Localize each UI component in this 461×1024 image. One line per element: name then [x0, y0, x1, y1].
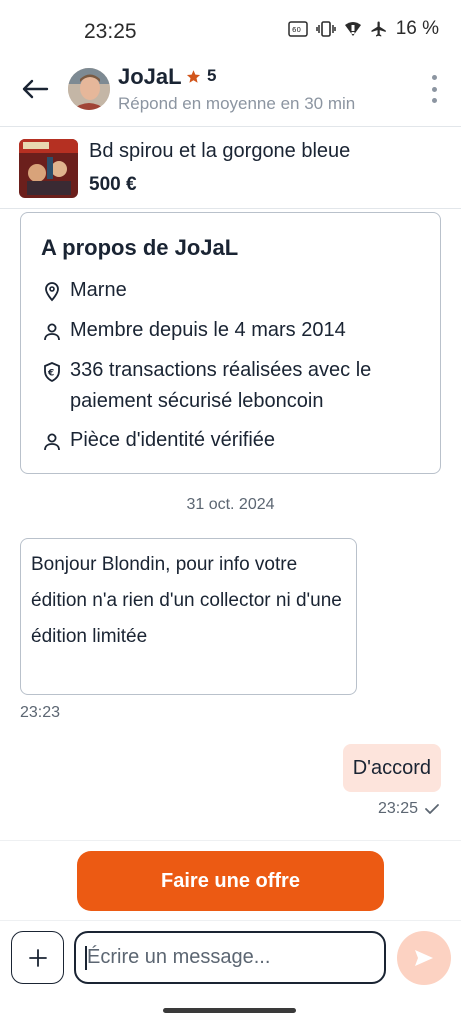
seller-rating: 5 — [186, 66, 216, 86]
message-input[interactable]: Écrire un message... — [74, 931, 386, 984]
message-input-placeholder: Écrire un message... — [87, 946, 271, 968]
about-identity-verified: Pièce d'identité vérifiée — [70, 429, 276, 451]
rating-value: 5 — [207, 66, 217, 85]
status-icons: 60 16 % — [287, 18, 439, 40]
about-row-identity: Pièce d'identité vérifiée — [41, 429, 275, 456]
outgoing-message[interactable]: D'accord — [342, 744, 441, 792]
send-button[interactable] — [397, 931, 451, 985]
plus-icon — [28, 948, 47, 967]
wifi-icon — [344, 20, 362, 38]
incoming-message-time: 23:23 — [20, 704, 61, 721]
seller-name[interactable]: JoJaL — [118, 64, 182, 90]
user-icon — [41, 321, 63, 343]
star-icon — [186, 69, 201, 83]
hd-voice-icon: 60 — [287, 21, 308, 37]
about-row-member-since: Membre depuis le 4 mars 2014 — [41, 319, 346, 346]
back-button[interactable] — [18, 72, 52, 106]
outgoing-message-time: 23:25 — [377, 800, 418, 817]
about-location: Marne — [70, 279, 127, 301]
about-title: A propos de JoJaL — [41, 235, 239, 260]
kebab-menu-icon[interactable] — [427, 72, 441, 106]
listing-divider — [0, 208, 461, 209]
send-icon — [415, 950, 433, 966]
about-transactions: 336 transactions réalisées avec le paiem… — [70, 359, 372, 412]
make-offer-button[interactable]: Faire une offre — [77, 851, 384, 911]
listing-thumbnail — [19, 139, 78, 198]
incoming-message[interactable]: Bonjour Blondin, pour info votre édition… — [20, 538, 357, 695]
location-pin-icon — [41, 281, 63, 303]
arrow-left-icon — [22, 79, 49, 99]
battery-level: 16 % — [395, 18, 439, 39]
add-attachment-button[interactable] — [11, 931, 64, 984]
response-time: Répond en moyenne en 30 min — [118, 94, 356, 113]
secure-payment-icon: € — [41, 361, 63, 383]
actions-divider — [0, 840, 461, 841]
listing-title: Bd spirou et la gorgone bleue — [89, 140, 351, 162]
about-row-transactions: € 336 transactions réalisées avec le pai… — [41, 359, 421, 417]
compose-bar: Écrire un message... — [0, 920, 461, 1024]
about-seller-card: A propos de JoJaL Marne Membre depuis le… — [20, 212, 441, 474]
svg-text:60: 60 — [292, 26, 301, 34]
date-separator: 31 oct. 2024 — [186, 496, 275, 513]
check-icon — [425, 804, 439, 814]
airplane-icon — [370, 20, 388, 38]
about-member-since: Membre depuis le 4 mars 2014 — [70, 319, 346, 341]
status-time: 23:25 — [84, 20, 137, 43]
home-indicator[interactable] — [163, 1008, 296, 1013]
outgoing-message-meta: 23:25 — [378, 800, 440, 818]
avatar[interactable] — [68, 68, 110, 110]
status-bar: 23:25 60 16 % — [0, 0, 461, 62]
svg-text:€: € — [47, 369, 54, 379]
vibrate-icon — [315, 20, 336, 38]
about-row-location: Marne — [41, 279, 127, 306]
header-divider — [0, 126, 461, 127]
listing-price: 500 € — [89, 174, 137, 195]
conversation-header: JoJaL 5 Répond en moyenne en 30 min — [0, 62, 461, 126]
listing-summary[interactable]: Bd spirou et la gorgone bleue 500 € — [0, 130, 461, 208]
user-icon — [41, 431, 63, 453]
